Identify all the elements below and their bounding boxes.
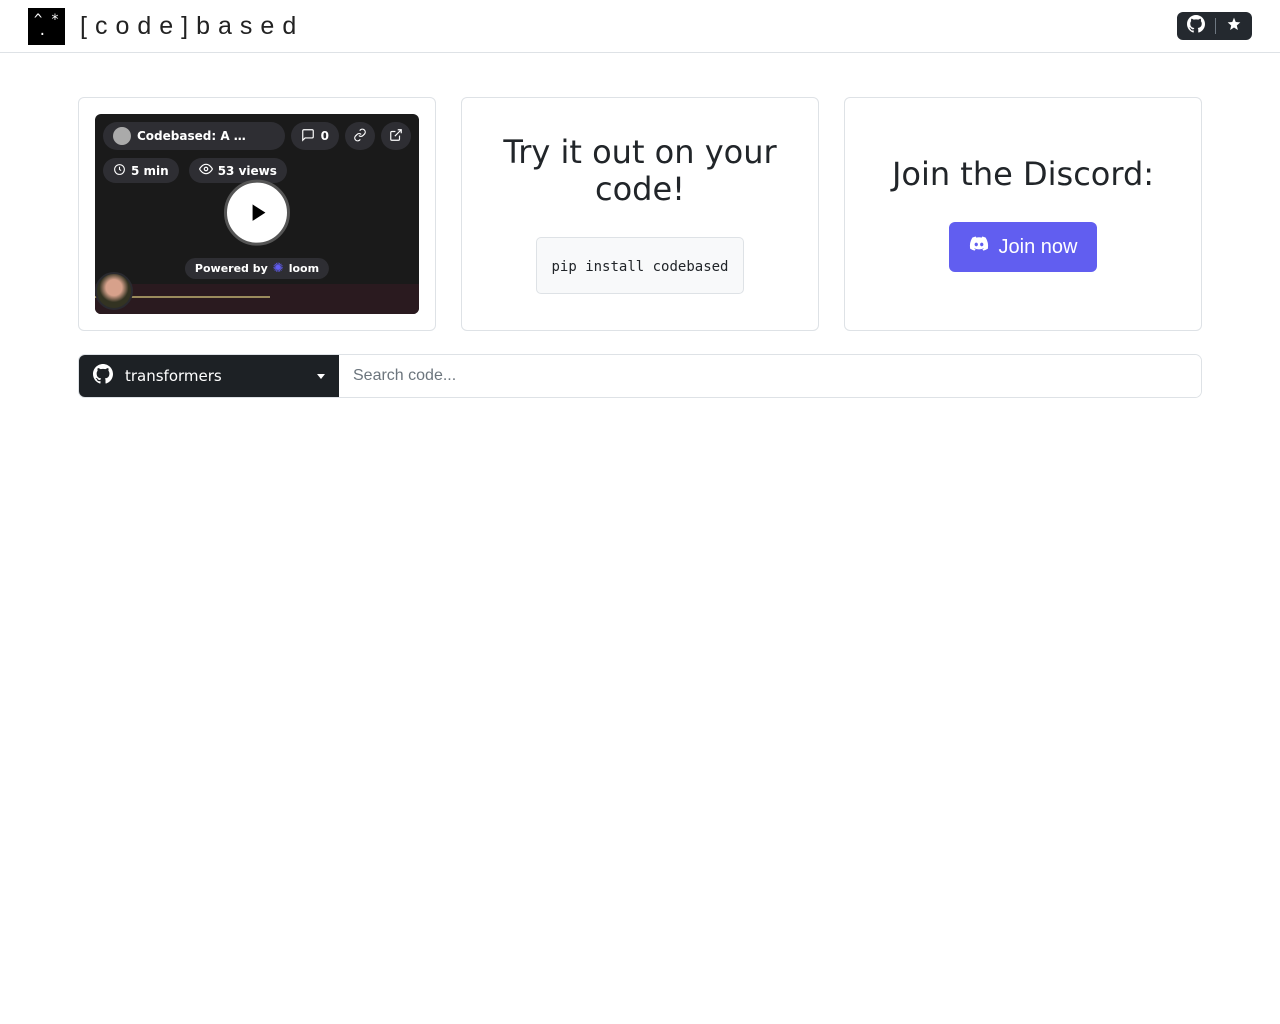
join-discord-button[interactable]: Join now xyxy=(949,222,1098,272)
loom-text: loom xyxy=(289,262,319,275)
views-pill: 53 views xyxy=(189,158,287,183)
repo-selector[interactable]: transformers xyxy=(79,355,339,397)
github-star-button[interactable] xyxy=(1177,12,1252,40)
repo-selector-label: transformers xyxy=(125,367,305,385)
divider xyxy=(1215,18,1216,34)
try-heading: Try it out on your code! xyxy=(478,134,802,208)
eye-icon xyxy=(199,162,213,179)
search-row: transformers xyxy=(78,354,1202,398)
duration-pill: 5 min xyxy=(103,158,179,183)
github-icon xyxy=(1187,15,1205,37)
powered-by-loom[interactable]: Powered by ✺ loom xyxy=(185,258,329,279)
comments-count: 0 xyxy=(321,129,329,143)
external-link-icon xyxy=(389,128,403,145)
discord-heading: Join the Discord: xyxy=(892,156,1154,193)
views-text: 53 views xyxy=(218,164,277,178)
video-embed[interactable]: Codebased: A … 0 xyxy=(95,114,419,314)
copy-link-button[interactable] xyxy=(345,122,375,150)
chevron-down-icon xyxy=(317,374,325,379)
avatar-icon xyxy=(113,127,131,145)
loom-icon: ✺ xyxy=(273,262,284,275)
presenter-avatar xyxy=(95,272,133,310)
play-button[interactable] xyxy=(224,180,290,246)
discord-card: Join the Discord: Join now xyxy=(844,97,1202,331)
main-content: Codebased: A … 0 xyxy=(0,53,1280,398)
video-title: Codebased: A … xyxy=(137,129,246,143)
install-command[interactable]: pip install codebased xyxy=(536,237,743,294)
powered-text: Powered by xyxy=(195,262,268,275)
brand[interactable]: ^ *. [code]based xyxy=(28,8,304,45)
join-discord-label: Join now xyxy=(999,236,1078,259)
video-title-pill[interactable]: Codebased: A … xyxy=(103,122,285,150)
comment-icon xyxy=(301,128,315,145)
cards-row: Codebased: A … 0 xyxy=(78,97,1202,331)
brand-name: [code]based xyxy=(80,12,304,41)
link-icon xyxy=(353,128,367,145)
video-timeline[interactable] xyxy=(95,284,419,314)
brand-logo-icon: ^ *. xyxy=(28,8,65,45)
search-input[interactable] xyxy=(339,355,1201,397)
star-icon xyxy=(1226,16,1242,36)
video-card: Codebased: A … 0 xyxy=(78,97,436,331)
comments-pill[interactable]: 0 xyxy=(291,122,339,150)
clock-icon xyxy=(113,163,126,179)
discord-icon xyxy=(969,234,989,260)
github-icon xyxy=(93,364,113,388)
try-card: Try it out on your code! pip install cod… xyxy=(461,97,819,331)
install-command-text: pip install codebased xyxy=(551,259,728,275)
app-header: ^ *. [code]based xyxy=(0,0,1280,53)
duration-text: 5 min xyxy=(131,164,169,178)
open-external-button[interactable] xyxy=(381,122,411,150)
